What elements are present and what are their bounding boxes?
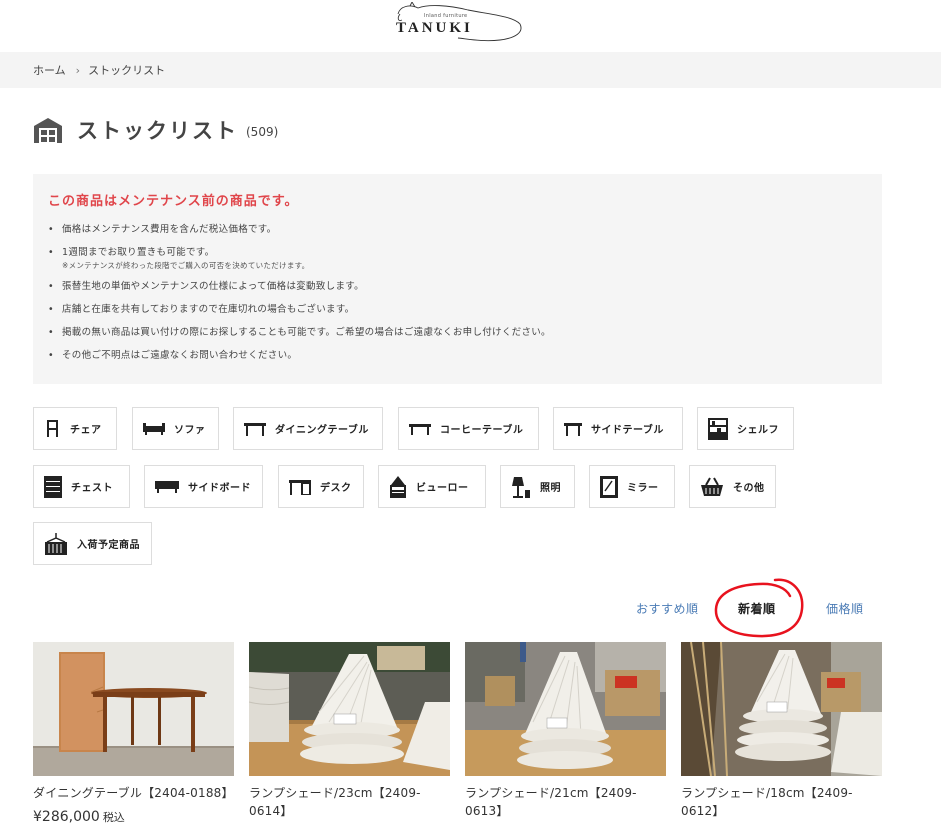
breadcrumb: ホーム › ストックリスト <box>0 52 941 88</box>
item-count: (509) <box>246 125 279 139</box>
chevron-right-icon: › <box>75 63 81 77</box>
category-shelf[interactable]: シェルフ <box>697 407 794 450</box>
category-sideboard[interactable]: サイドボード <box>144 465 263 508</box>
sideboard-icon <box>155 480 179 493</box>
chest-icon <box>44 475 62 498</box>
category-side-table[interactable]: サイドテーブル <box>553 407 683 450</box>
header: Inland furniture TANUKI <box>0 0 941 52</box>
notice-item: その他ご不明点はご遠慮なくお問い合わせください。 <box>48 349 866 363</box>
category-mirror[interactable]: ミラー <box>589 465 675 508</box>
notice-item-note: ※メンテナンスが終わった段階でご購入の可否を決めていただけます。 <box>62 261 310 270</box>
warehouse-icon <box>34 118 62 143</box>
product-name[interactable]: ランプシェード/23cm【2409-0614】 <box>249 784 450 820</box>
notice-item: 張替生地の単価やメンテナンスの仕様によって価格は変動致します。 <box>48 280 866 294</box>
notice-item: 掲載の無い商品は買い付けの際にお探しすることも可能です。ご希望の場合はご遠慮なく… <box>48 326 866 340</box>
product-name[interactable]: ランプシェード/18cm【2409-0612】 <box>681 784 882 820</box>
category-others[interactable]: その他 <box>689 465 776 508</box>
notice-list: 価格はメンテナンス費用を含んだ税込価格です。 1週間までお取り置きも可能です。※… <box>48 223 866 363</box>
product-card[interactable]: ダイニングテーブル【2404-0188】 ¥286,000 税込 <box>33 642 234 825</box>
category-upcoming[interactable]: 入荷予定商品 <box>33 522 152 565</box>
product-image[interactable] <box>249 642 450 776</box>
sort-price[interactable]: 価格順 <box>826 600 864 617</box>
notice-item: 価格はメンテナンス費用を含んだ税込価格です。 <box>48 223 866 237</box>
side-table-icon <box>564 422 582 436</box>
maintenance-notice: この商品はメンテナンス前の商品です。 価格はメンテナンス費用を含んだ税込価格です… <box>33 174 882 384</box>
product-price: ¥286,000 税込 <box>33 809 125 825</box>
product-card[interactable]: ランプシェード/23cm【2409-0614】 <box>249 642 450 820</box>
notice-title: この商品はメンテナンス前の商品です。 <box>48 194 299 209</box>
page-title: ストックリスト <box>77 119 238 143</box>
category-bureau[interactable]: ビューロー <box>378 465 486 508</box>
notice-item: 店舗と在庫を共有しておりますので在庫切れの場合もございます。 <box>48 303 866 317</box>
category-sofa[interactable]: ソファ <box>132 407 219 450</box>
product-card[interactable]: ランプシェード/18cm【2409-0612】 <box>681 642 882 820</box>
sort-recommended[interactable]: おすすめ順 <box>636 600 699 617</box>
lamp-icon <box>512 476 530 498</box>
notice-item: 1週間までお取り置きも可能です。※メンテナンスが終わった段階でご購入の可否を決め… <box>48 246 866 271</box>
category-lamp[interactable]: 照明 <box>500 465 575 508</box>
mirror-icon <box>600 475 618 498</box>
site-logo[interactable]: Inland furniture TANUKI <box>388 2 524 46</box>
shelf-icon <box>708 417 728 440</box>
category-chair[interactable]: チェア <box>33 407 117 450</box>
coffee-table-icon <box>409 423 431 435</box>
highlight-circle-annotation <box>714 578 804 638</box>
logo-text: TANUKI <box>396 20 473 36</box>
page-title-row: ストックリスト (509) <box>33 114 278 146</box>
logo-subtitle: Inland furniture <box>424 13 468 19</box>
category-dining-table[interactable]: ダイニングテーブル <box>233 407 383 450</box>
category-desk[interactable]: デスク <box>278 465 364 508</box>
product-name[interactable]: ダイニングテーブル【2404-0188】 <box>33 784 234 802</box>
chair-icon <box>47 419 58 437</box>
sofa-icon <box>143 422 165 435</box>
breadcrumb-current: ストックリスト <box>88 64 166 77</box>
product-name[interactable]: ランプシェード/21cm【2409-0613】 <box>465 784 666 820</box>
basket-icon <box>701 477 723 496</box>
product-image[interactable] <box>465 642 666 776</box>
category-coffee-table[interactable]: コーヒーテーブル <box>398 407 539 450</box>
desk-icon <box>289 479 311 495</box>
product-image[interactable] <box>33 642 234 776</box>
product-card[interactable]: ランプシェード/21cm【2409-0613】 <box>465 642 666 820</box>
bureau-icon <box>390 475 406 498</box>
dining-table-icon <box>244 422 266 436</box>
container-icon <box>45 532 67 555</box>
category-chest[interactable]: チェスト <box>33 465 130 508</box>
breadcrumb-home[interactable]: ホーム <box>33 62 66 78</box>
product-image[interactable] <box>681 642 882 776</box>
